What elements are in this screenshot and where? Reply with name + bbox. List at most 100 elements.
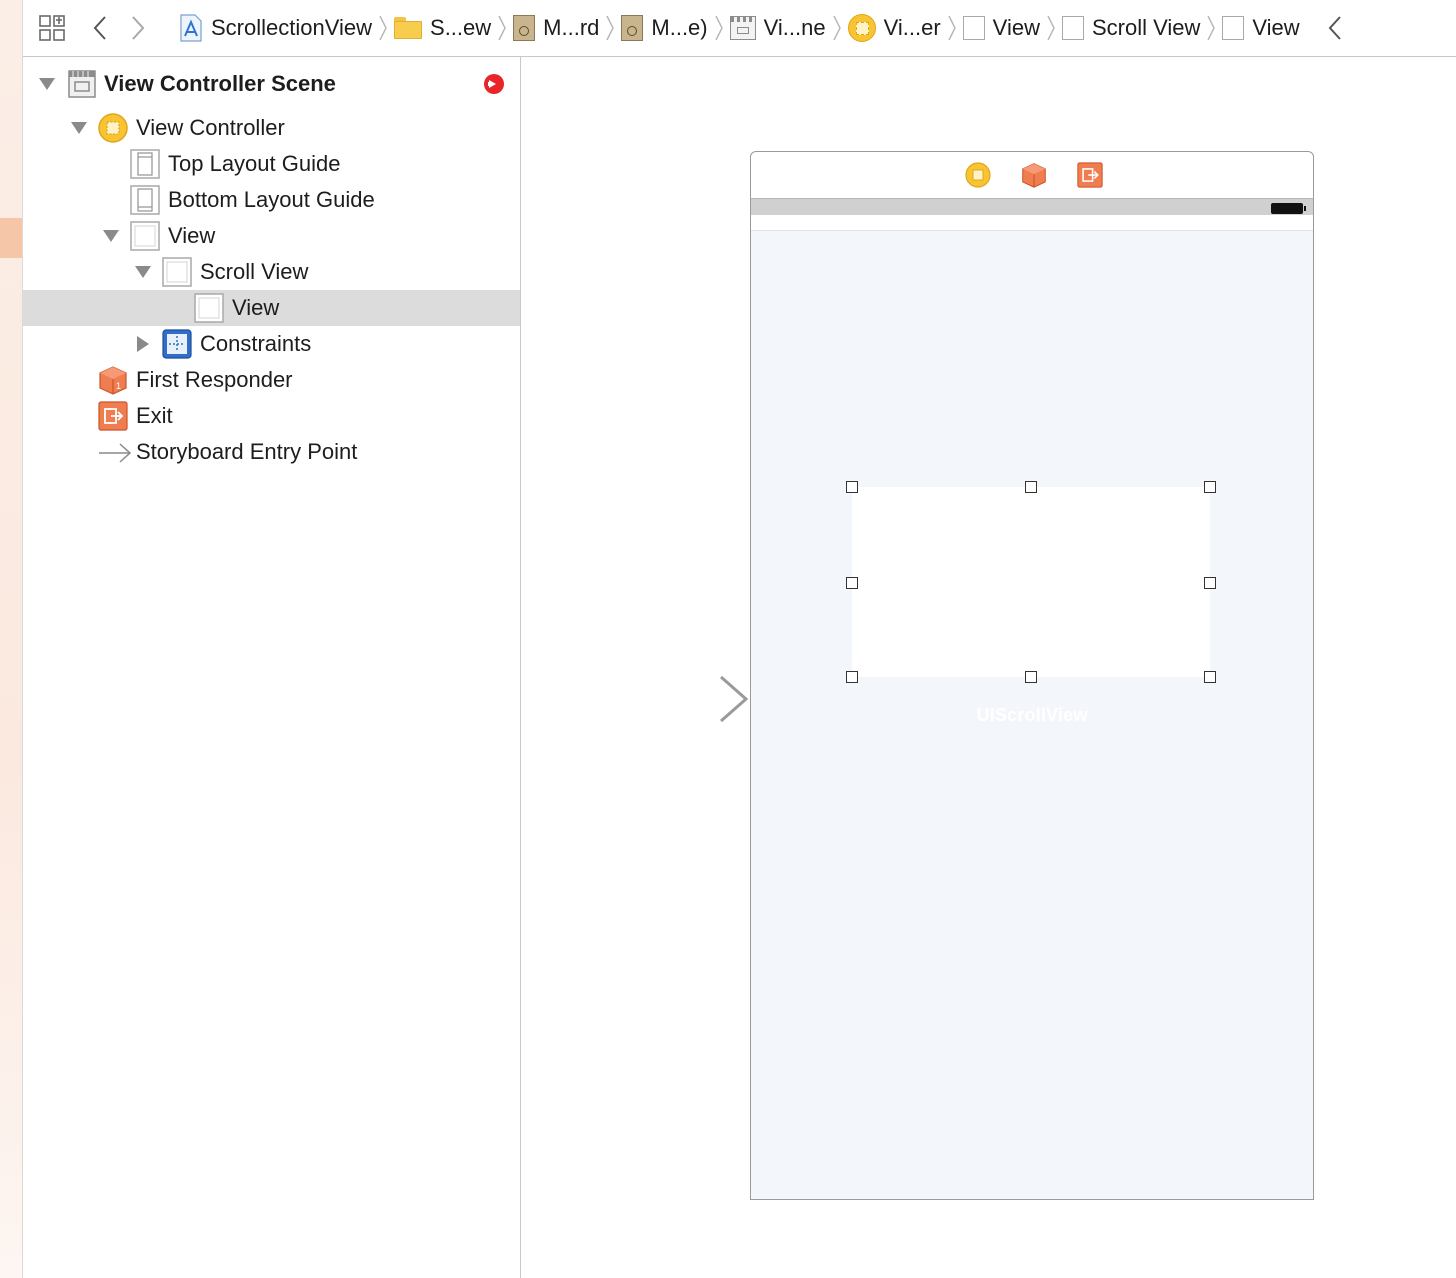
outline-item-content-view[interactable]: View bbox=[23, 290, 520, 326]
related-items-icon[interactable] bbox=[23, 8, 81, 48]
crumb-separator-icon bbox=[832, 15, 841, 41]
scene-icon bbox=[68, 70, 96, 103]
constraints-icon bbox=[162, 329, 192, 364]
crumb-storyboard[interactable]: M...rd bbox=[513, 8, 599, 48]
resize-handle[interactable] bbox=[846, 577, 858, 589]
entry-arrow-icon bbox=[98, 442, 132, 469]
forward-chevron-icon[interactable] bbox=[119, 8, 157, 48]
scene-dock bbox=[751, 152, 1313, 199]
bottom-layout-guide-icon bbox=[130, 185, 160, 220]
outline-item-label: Bottom Layout Guide bbox=[168, 187, 375, 212]
left-edge-strip bbox=[0, 0, 23, 1278]
outline-item-label: Top Layout Guide bbox=[168, 151, 341, 176]
disclosure-expanded-icon[interactable] bbox=[38, 75, 56, 93]
crumb-separator-icon bbox=[714, 15, 723, 41]
disclosure-collapsed-icon[interactable] bbox=[134, 335, 152, 353]
crumb-separator-icon bbox=[1047, 15, 1055, 41]
outline-item-root-view[interactable]: View bbox=[23, 218, 520, 254]
scene-icon bbox=[729, 16, 756, 40]
outline-item-constraints[interactable]: Constraints bbox=[23, 326, 520, 362]
crumb-label: View bbox=[992, 15, 1040, 40]
crumb-label: S...ew bbox=[430, 15, 492, 40]
outline-item-bottom-layout-guide[interactable]: Bottom Layout Guide bbox=[23, 182, 520, 218]
outline-scene-row[interactable]: View Controller Scene bbox=[23, 66, 520, 102]
storyboard-file-icon bbox=[513, 15, 536, 41]
resize-handle[interactable] bbox=[846, 671, 858, 683]
outline-item-label: Exit bbox=[136, 403, 173, 428]
crumb-view[interactable]: View bbox=[962, 8, 1040, 48]
view-icon bbox=[1061, 16, 1084, 40]
crumb-project[interactable]: ScrollectionView bbox=[179, 8, 372, 48]
view-icon bbox=[162, 257, 192, 292]
view-icon bbox=[962, 16, 985, 40]
outline-item-exit[interactable]: Exit bbox=[23, 398, 520, 434]
crumb-separator-icon bbox=[379, 15, 387, 41]
resize-handle[interactable] bbox=[1204, 577, 1216, 589]
crumb-scene[interactable]: Vi...ne bbox=[729, 8, 826, 48]
first-responder-icon: 1 bbox=[98, 365, 128, 400]
warning-arrow-icon[interactable] bbox=[484, 74, 504, 94]
resize-handle[interactable] bbox=[1204, 481, 1216, 493]
exit-icon[interactable] bbox=[1077, 162, 1103, 193]
crumb-scroll-view[interactable]: Scroll View bbox=[1061, 8, 1201, 48]
crumb-storyboard-base[interactable]: M...e) bbox=[621, 8, 708, 48]
resize-handle[interactable] bbox=[846, 481, 858, 493]
crumb-separator-icon bbox=[498, 15, 506, 41]
view-controller-icon[interactable] bbox=[965, 162, 991, 193]
crumb-label: Vi...er bbox=[883, 15, 941, 40]
document-outline: View Controller Scene View Controller To… bbox=[23, 57, 521, 1278]
xcode-project-icon bbox=[179, 14, 203, 42]
view-icon bbox=[194, 293, 224, 328]
disclosure-expanded-icon[interactable] bbox=[102, 227, 120, 245]
view-controller-icon bbox=[98, 113, 128, 148]
outline-item-view-controller[interactable]: View Controller bbox=[23, 110, 520, 146]
outline-item-label: Scroll View bbox=[200, 259, 309, 284]
scene-title: View Controller Scene bbox=[104, 71, 336, 96]
view-controller-scene[interactable]: UIScrollView bbox=[750, 151, 1314, 1200]
outline-item-entry-point[interactable]: Storyboard Entry Point bbox=[23, 434, 520, 470]
crumb-separator-icon bbox=[606, 15, 615, 41]
storyboard-canvas[interactable]: UIScrollView bbox=[521, 57, 1456, 1278]
crumb-label: M...rd bbox=[543, 15, 600, 40]
resize-handle[interactable] bbox=[1025, 481, 1037, 493]
content-view-selected[interactable] bbox=[852, 487, 1210, 677]
scroll-view-placeholder-label: UIScrollView bbox=[976, 705, 1088, 725]
view-controller-icon bbox=[847, 14, 876, 42]
outline-item-label: Constraints bbox=[200, 331, 312, 356]
outline-item-scroll-view[interactable]: Scroll View bbox=[23, 254, 520, 290]
first-responder-icon[interactable] bbox=[1021, 162, 1047, 193]
crumb-label: View bbox=[1252, 15, 1300, 40]
outline-item-top-layout-guide[interactable]: Top Layout Guide bbox=[23, 146, 520, 182]
outline-item-label: View bbox=[232, 295, 280, 320]
jump-bar: ScrollectionView S...ew M...rd M...e) Vi… bbox=[23, 0, 1456, 57]
crumb-view-controller[interactable]: Vi...er bbox=[847, 8, 941, 48]
entry-point-arrow-icon[interactable] bbox=[601, 675, 751, 725]
outline-item-label: View Controller bbox=[136, 115, 285, 140]
svg-text:1: 1 bbox=[116, 381, 121, 391]
crumb-separator-icon bbox=[948, 15, 956, 41]
back-chevron-icon[interactable] bbox=[81, 8, 119, 48]
outline-item-label: Storyboard Entry Point bbox=[136, 439, 358, 464]
crumb-label: ScrollectionView bbox=[211, 15, 373, 40]
disclosure-expanded-icon[interactable] bbox=[134, 263, 152, 281]
crumb-label: M...e) bbox=[651, 15, 708, 40]
top-layout-guide-icon bbox=[130, 149, 160, 184]
exit-icon bbox=[98, 401, 128, 436]
outline-item-first-responder[interactable]: 1 First Responder bbox=[23, 362, 520, 398]
crumb-label: Vi...ne bbox=[763, 15, 826, 40]
view-icon bbox=[1222, 16, 1245, 40]
crumb-separator-icon bbox=[1207, 15, 1216, 41]
view-icon bbox=[130, 221, 160, 256]
resize-handle[interactable] bbox=[1204, 671, 1216, 683]
issues-chevron-icon[interactable] bbox=[1320, 8, 1350, 48]
folder-icon bbox=[394, 17, 423, 39]
outline-item-label: View bbox=[168, 223, 216, 248]
status-bar bbox=[751, 199, 1313, 215]
battery-icon bbox=[1271, 203, 1306, 214]
disclosure-expanded-icon[interactable] bbox=[70, 119, 88, 137]
crumb-content-view[interactable]: View bbox=[1222, 8, 1300, 48]
crumb-group[interactable]: S...ew bbox=[394, 8, 491, 48]
resize-handle[interactable] bbox=[1025, 671, 1037, 683]
crumb-label: Scroll View bbox=[1091, 15, 1201, 40]
root-view[interactable]: UIScrollView bbox=[751, 230, 1313, 1199]
